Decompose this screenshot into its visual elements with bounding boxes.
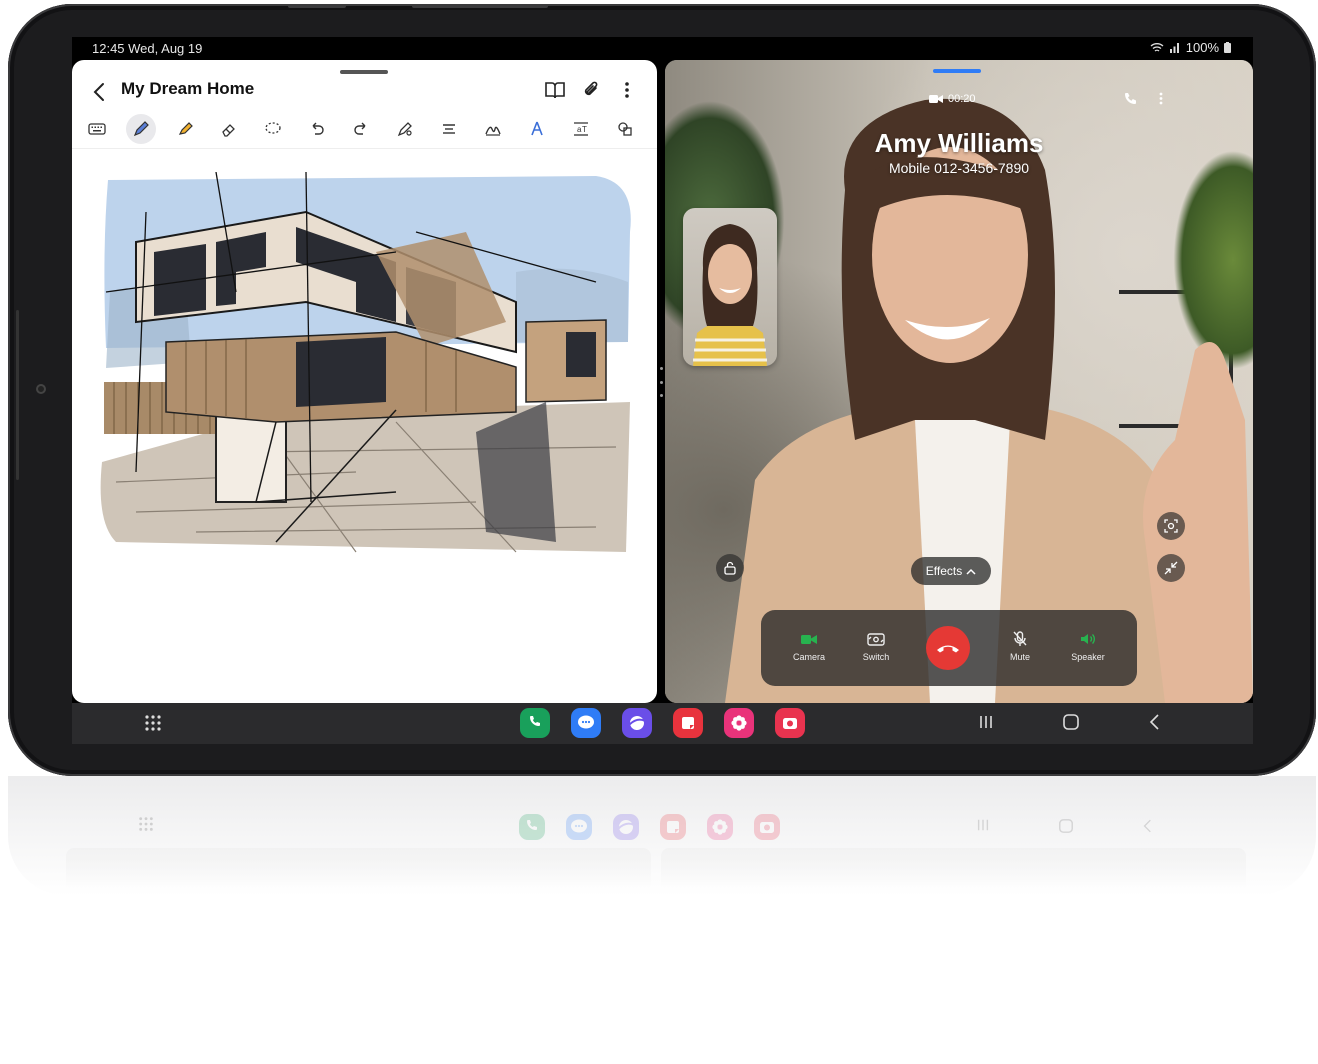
camera-app-icon[interactable] [775, 708, 805, 738]
camera-button[interactable]: Camera [779, 630, 839, 662]
reflection-notes-app-icon [660, 814, 686, 840]
window-drag-handle[interactable] [933, 69, 981, 73]
front-camera [36, 384, 46, 394]
camera-label: Camera [792, 652, 825, 662]
minimize-icon[interactable] [1157, 554, 1185, 582]
phone-app-icon[interactable] [520, 708, 550, 738]
reflection-camera-app-icon [754, 814, 780, 840]
messages-app-icon[interactable] [571, 708, 601, 738]
reflection-gallery-app-icon [707, 814, 733, 840]
text-style-icon[interactable] [522, 114, 552, 144]
reflection-messages-app-icon [566, 814, 592, 840]
keyboard-icon[interactable] [82, 114, 112, 144]
drawing-toolbar: aT [72, 114, 657, 149]
pen-settings-icon[interactable] [390, 114, 420, 144]
effects-button[interactable]: Effects [911, 557, 991, 585]
speaker-button[interactable]: Speaker [1058, 630, 1118, 662]
battery-icon [1224, 42, 1231, 53]
video-call-window: 00:20 Amy Williams Mobile 012-3456-7890 [665, 60, 1253, 703]
undo-icon[interactable] [302, 114, 332, 144]
reflection-internet-app-icon [613, 814, 639, 840]
power-button [412, 4, 548, 8]
switch-label: Switch [862, 652, 890, 662]
caller-name: Amy Williams [874, 128, 1044, 158]
status-time: 12:45 Wed, Aug 19 [92, 41, 203, 56]
self-view-image [693, 224, 767, 366]
capture-icon[interactable] [1157, 512, 1185, 540]
redo-icon[interactable] [346, 114, 376, 144]
reflection-panels [66, 848, 1246, 888]
back-arrow-icon[interactable] [88, 80, 112, 104]
notes-title-actions [543, 78, 639, 102]
self-view-thumbnail[interactable] [683, 208, 777, 366]
home-icon[interactable] [1062, 713, 1080, 731]
reflection-phone-app-icon [519, 814, 545, 840]
convert-text-icon[interactable]: aT [566, 114, 596, 144]
lock-icon[interactable] [716, 554, 744, 582]
microphone-off-icon [1013, 631, 1027, 646]
back-icon[interactable] [1148, 713, 1160, 731]
effects-label: Effects [925, 564, 963, 578]
video-camera-icon [929, 95, 943, 103]
lasso-icon[interactable] [258, 114, 288, 144]
mute-label: Mute [1009, 652, 1030, 662]
caller-number: Mobile 012-3456-7890 [888, 160, 1030, 176]
call-timer-group: 00:20 [929, 93, 976, 105]
speaker-label: Speaker [1071, 652, 1105, 662]
status-bar: 12:45 Wed, Aug 19 100% [72, 37, 1253, 59]
handwriting-icon[interactable] [478, 114, 508, 144]
call-top-actions [1124, 92, 1163, 105]
recent-apps-icon[interactable] [978, 714, 994, 730]
shapes-icon[interactable] [610, 114, 640, 144]
highlighter-icon[interactable] [170, 114, 200, 144]
house-sketch-image [100, 172, 631, 553]
battery-percent: 100% [1185, 40, 1219, 55]
side-edge [16, 310, 19, 480]
note-title: My Dream Home [121, 79, 255, 98]
more-options-icon[interactable] [1159, 92, 1163, 105]
app-drawer-icon[interactable] [144, 714, 162, 737]
end-call-button[interactable] [926, 626, 970, 670]
eraser-icon[interactable] [214, 114, 244, 144]
hang-up-icon [937, 645, 959, 653]
screen: 12:45 Wed, Aug 19 100% My Dream Home a T… [72, 37, 1253, 744]
notes-app-window: My Dream Home aT [72, 60, 657, 703]
switch-camera-icon [867, 633, 885, 646]
video-camera-icon [801, 634, 817, 644]
internet-app-icon[interactable] [622, 708, 652, 738]
call-top-bar: 00:20 [665, 90, 1253, 110]
split-view-divider[interactable] [657, 367, 665, 397]
reflection-nav [976, 818, 1152, 834]
taskbar [72, 703, 1253, 744]
notes-title-bar: My Dream Home [72, 74, 657, 114]
book-view-icon[interactable] [543, 78, 567, 102]
gallery-app-icon[interactable] [724, 708, 754, 738]
mute-button[interactable]: Mute [990, 630, 1050, 662]
phone-icon[interactable] [1124, 92, 1137, 105]
volume-button [288, 4, 346, 8]
reflection-app-drawer-icon [138, 816, 154, 837]
speaker-icon [1081, 634, 1095, 644]
svg-text:T: T [582, 125, 587, 134]
call-timer: 00:20 [948, 93, 976, 105]
call-controls-panel: Camera Switch Mute Speaker [761, 610, 1137, 686]
app-dock [520, 708, 805, 738]
wifi-icon [1150, 43, 1164, 52]
align-icon[interactable] [434, 114, 464, 144]
signal-icon [1169, 43, 1179, 53]
pen-icon[interactable] [126, 114, 156, 144]
more-options-icon[interactable] [615, 78, 639, 102]
navigation-bar [978, 713, 1160, 731]
switch-camera-button[interactable]: Switch [846, 630, 906, 662]
attach-icon[interactable] [579, 78, 603, 102]
notes-app-icon[interactable] [673, 708, 703, 738]
status-icons: 100% [1150, 40, 1231, 55]
chevron-up-icon [966, 568, 976, 575]
reflection-dock [519, 814, 780, 840]
